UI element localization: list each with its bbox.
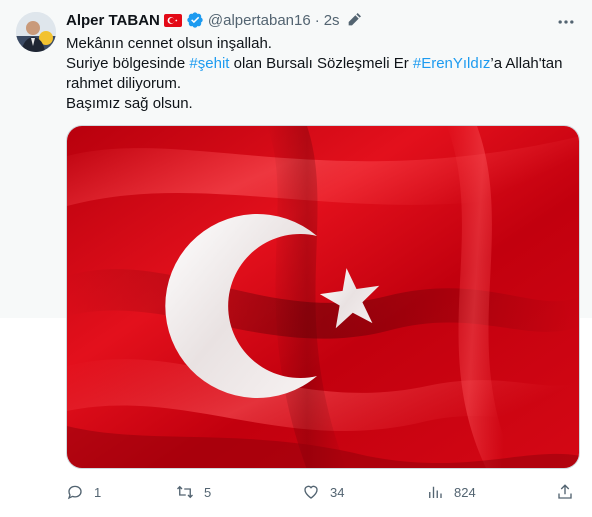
tweet-text-line: rahmet diliyorum. [66,74,576,94]
retweet-count: 5 [204,484,212,500]
heart-icon [304,485,318,499]
more-options-icon[interactable] [556,12,576,32]
tweet-media-image[interactable] [66,125,580,469]
like-button[interactable]: 34 [302,480,344,504]
tweet-text-line: Suriye bölgesinde #şehit olan Bursalı Sö… [66,54,576,74]
reply-icon [67,485,82,500]
views-button[interactable]: 824 [426,480,476,504]
user-handle[interactable]: @alpertaban16 [208,12,311,29]
avatar[interactable] [16,12,56,52]
tweet-actions: 1 5 34 824 [66,480,580,504]
turkish-flag-image [67,126,579,468]
timestamp[interactable]: 2s [324,12,340,29]
tweet-text-segment: Başımız sağ olsun. [66,95,193,112]
verified-badge-icon[interactable] [186,11,204,29]
display-name[interactable]: Alper TABAN [66,12,160,29]
hashtag-link[interactable]: #şehit [189,55,229,72]
view-count: 824 [454,484,476,500]
tweet-text-line: Mekânın cennet olsun inşallah. [66,34,576,54]
tweet-text-line: Başımız sağ olsun. [66,94,576,114]
retweet-button[interactable]: 5 [176,480,211,504]
views-chart-icon [429,486,442,498]
like-count: 34 [330,484,345,500]
tweet-text-segment: Mekânın cennet olsun inşallah. [66,35,272,52]
hashtag-link[interactable]: #ErenYıldız [413,55,491,72]
retweet-icon [177,485,193,499]
tweet-header: Alper TABAN @alpertaban16 · 2s [66,10,362,30]
reply-count: 1 [94,484,102,500]
tweet-text-segment: rahmet diliyorum. [66,75,182,92]
reply-button[interactable]: 1 [66,480,101,504]
separator-dot: · [314,11,320,29]
share-icon [558,484,572,499]
tweet-text: Mekânın cennet olsun inşallah. Suriye böl… [66,34,576,114]
edit-pencil-icon[interactable] [346,12,362,28]
tweet-text-segment: ’a Allah'tan [490,55,563,72]
tweet-text-segment: olan Bursalı Sözleşmeli Er [229,55,413,72]
turkey-flag-icon [163,13,182,27]
tweet-text-segment: Suriye bölgesinde [66,55,190,72]
share-button[interactable] [556,480,584,504]
